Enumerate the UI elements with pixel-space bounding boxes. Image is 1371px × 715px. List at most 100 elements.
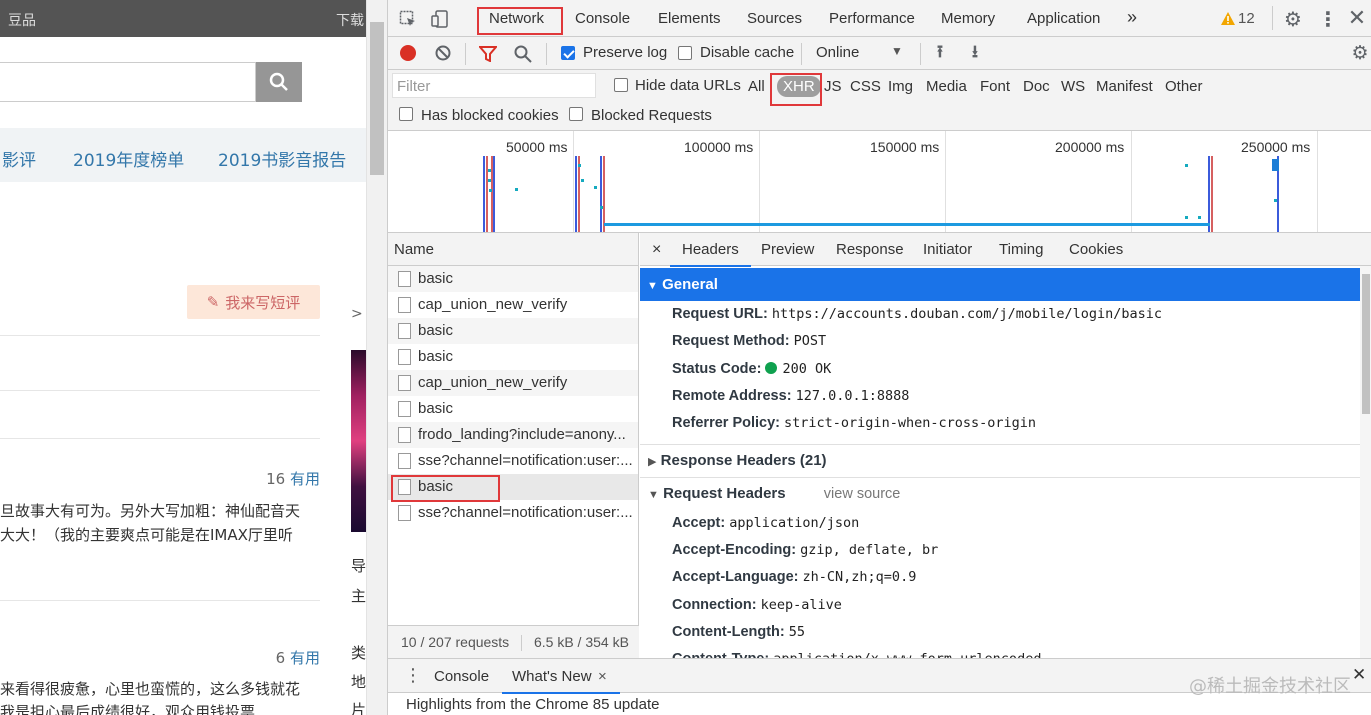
blocked-requests-label[interactable]: Blocked Requests	[591, 107, 712, 124]
throttle-dropdown-icon[interactable]: ▼	[891, 44, 903, 58]
preserve-log-label[interactable]: Preserve log	[583, 44, 667, 61]
tab-initiator[interactable]: Initiator	[923, 241, 972, 258]
filter-input[interactable]: Filter	[392, 73, 596, 98]
nav-reviews[interactable]: 影评	[2, 146, 36, 171]
tab-response[interactable]: Response	[836, 241, 904, 258]
has-blocked-cookies-label[interactable]: Has blocked cookies	[421, 107, 559, 124]
useful-vote[interactable]: 6 有用	[276, 647, 320, 668]
request-headers-section[interactable]: ▼ Request Headers view source	[648, 485, 900, 502]
write-review-button[interactable]: ✎ 我来写短评	[187, 285, 320, 319]
more-arrow[interactable]: >	[351, 306, 363, 322]
tab-headers[interactable]: Headers	[670, 241, 751, 267]
site-nav: 影评 2019年度榜单 2019书影音报告	[0, 128, 366, 182]
close-devtools-icon[interactable]: ✕	[1346, 5, 1368, 30]
has-blocked-cookies-checkbox[interactable]	[399, 107, 413, 121]
nav-2019-charts[interactable]: 2019年度榜单	[73, 146, 184, 171]
header-value[interactable]: application/json	[729, 515, 859, 531]
warning-icon[interactable]	[1220, 10, 1236, 26]
hide-data-urls-checkbox[interactable]	[614, 78, 628, 92]
header-value[interactable]: keep-alive	[761, 597, 842, 613]
tab-cookies[interactable]: Cookies	[1069, 241, 1123, 258]
request-row[interactable]: cap_union_new_verify	[388, 292, 638, 318]
export-har-icon[interactable]: ⭳	[966, 42, 984, 62]
tab-performance[interactable]: Performance	[829, 10, 915, 27]
header-field: Referrer Policy: strict-origin-when-cros…	[672, 415, 1036, 431]
clear-icon[interactable]	[434, 44, 452, 62]
header-value[interactable]: https://accounts.douban.com/j/mobile/log…	[772, 306, 1162, 322]
topbar-link-doupin[interactable]: 豆品	[8, 10, 36, 30]
header-value[interactable]: 200 OK	[782, 361, 831, 377]
network-settings-icon[interactable]: ⚙	[1350, 43, 1370, 64]
scrollbar-thumb[interactable]	[1362, 274, 1370, 414]
drawer-tab-console[interactable]: Console	[434, 668, 489, 685]
tab-timing[interactable]: Timing	[999, 241, 1043, 258]
request-row[interactable]: sse?channel=notification:user:...	[388, 500, 638, 526]
preserve-log-checkbox[interactable]	[561, 46, 575, 60]
close-detail-button[interactable]: ×	[652, 241, 661, 259]
type-filter-ws[interactable]: WS	[1061, 78, 1085, 95]
useful-vote[interactable]: 16 有用	[266, 468, 320, 489]
tab-application[interactable]: Application	[1027, 10, 1100, 27]
header-value[interactable]: application/x-www-form-urlencoded	[773, 651, 1041, 658]
header-value[interactable]: POST	[794, 333, 827, 349]
type-filter-manifest[interactable]: Manifest	[1096, 78, 1153, 95]
topbar-link-download[interactable]: 下载	[336, 10, 364, 30]
tab-sources[interactable]: Sources	[747, 10, 802, 27]
inspect-element-icon[interactable]	[398, 9, 418, 29]
search-button[interactable]	[256, 62, 302, 102]
request-row[interactable]: basic	[388, 266, 638, 292]
blocked-requests-checkbox[interactable]	[569, 107, 583, 121]
type-filter-img[interactable]: Img	[888, 78, 913, 95]
close-drawer-icon[interactable]: ✕	[1352, 665, 1366, 685]
name-column-header[interactable]: Name	[388, 233, 638, 266]
warning-count[interactable]: 12	[1238, 10, 1255, 27]
search-input[interactable]	[0, 62, 256, 102]
request-row[interactable]: frodo_landing?include=anony...	[388, 422, 638, 448]
request-row[interactable]: sse?channel=notification:user:...	[388, 448, 638, 474]
import-har-icon[interactable]: ⭱	[931, 42, 949, 62]
settings-gear-icon[interactable]: ⚙	[1282, 8, 1304, 31]
type-filter-other[interactable]: Other	[1165, 78, 1203, 95]
header-value[interactable]: gzip, deflate, br	[800, 542, 938, 558]
general-section-header[interactable]: ▼ General	[640, 268, 1360, 301]
request-row[interactable]: basic	[388, 344, 638, 370]
page-scrollbar[interactable]	[366, 0, 387, 715]
header-value[interactable]: 55	[789, 624, 805, 640]
drawer-tab-whats-new[interactable]: What's New	[502, 668, 619, 694]
header-value[interactable]: zh-CN,zh;q=0.9	[803, 569, 917, 585]
nav-2019-report[interactable]: 2019书影音报告	[218, 146, 346, 171]
throttle-select[interactable]: Online	[816, 44, 859, 61]
movie-poster[interactable]	[351, 350, 366, 532]
type-filter-js[interactable]: JS	[824, 78, 842, 95]
detail-scrollbar[interactable]	[1360, 266, 1371, 658]
hide-data-urls-label[interactable]: Hide data URLs	[635, 77, 741, 94]
type-filter-font[interactable]: Font	[980, 78, 1010, 95]
close-tab-icon[interactable]: ×	[598, 668, 607, 685]
request-row[interactable]: cap_union_new_verify	[388, 370, 638, 396]
filter-icon[interactable]	[478, 44, 498, 64]
search-icon[interactable]	[513, 44, 533, 64]
type-filter-media[interactable]: Media	[926, 78, 967, 95]
tab-console[interactable]: Console	[575, 10, 630, 27]
timeline-overview[interactable]: 50000 ms 100000 ms 150000 ms 200000 ms 2…	[388, 131, 1371, 233]
request-row[interactable]: basic	[388, 318, 638, 344]
type-filter-css[interactable]: CSS	[850, 78, 881, 95]
header-value[interactable]: 127.0.0.1:8888	[796, 388, 910, 404]
record-icon[interactable]	[400, 45, 416, 61]
tab-preview[interactable]: Preview	[761, 241, 814, 258]
type-filter-doc[interactable]: Doc	[1023, 78, 1050, 95]
tab-memory[interactable]: Memory	[941, 10, 995, 27]
response-headers-section[interactable]: ▶ Response Headers (21)	[648, 452, 827, 469]
disable-cache-label[interactable]: Disable cache	[700, 44, 794, 61]
header-value[interactable]: strict-origin-when-cross-origin	[784, 415, 1036, 431]
scrollbar-thumb[interactable]	[370, 22, 384, 175]
type-filter-all[interactable]: All	[748, 78, 765, 95]
drawer-menu-icon[interactable]: ⋮	[404, 665, 422, 686]
more-tabs-button[interactable]: »	[1127, 7, 1137, 28]
more-options-icon[interactable]: ⋮	[1317, 8, 1339, 31]
request-row[interactable]: basic	[388, 396, 638, 422]
device-toolbar-icon[interactable]	[430, 9, 450, 29]
view-source-link[interactable]: view source	[824, 486, 901, 502]
disable-cache-checkbox[interactable]	[678, 46, 692, 60]
tab-elements[interactable]: Elements	[658, 10, 721, 27]
